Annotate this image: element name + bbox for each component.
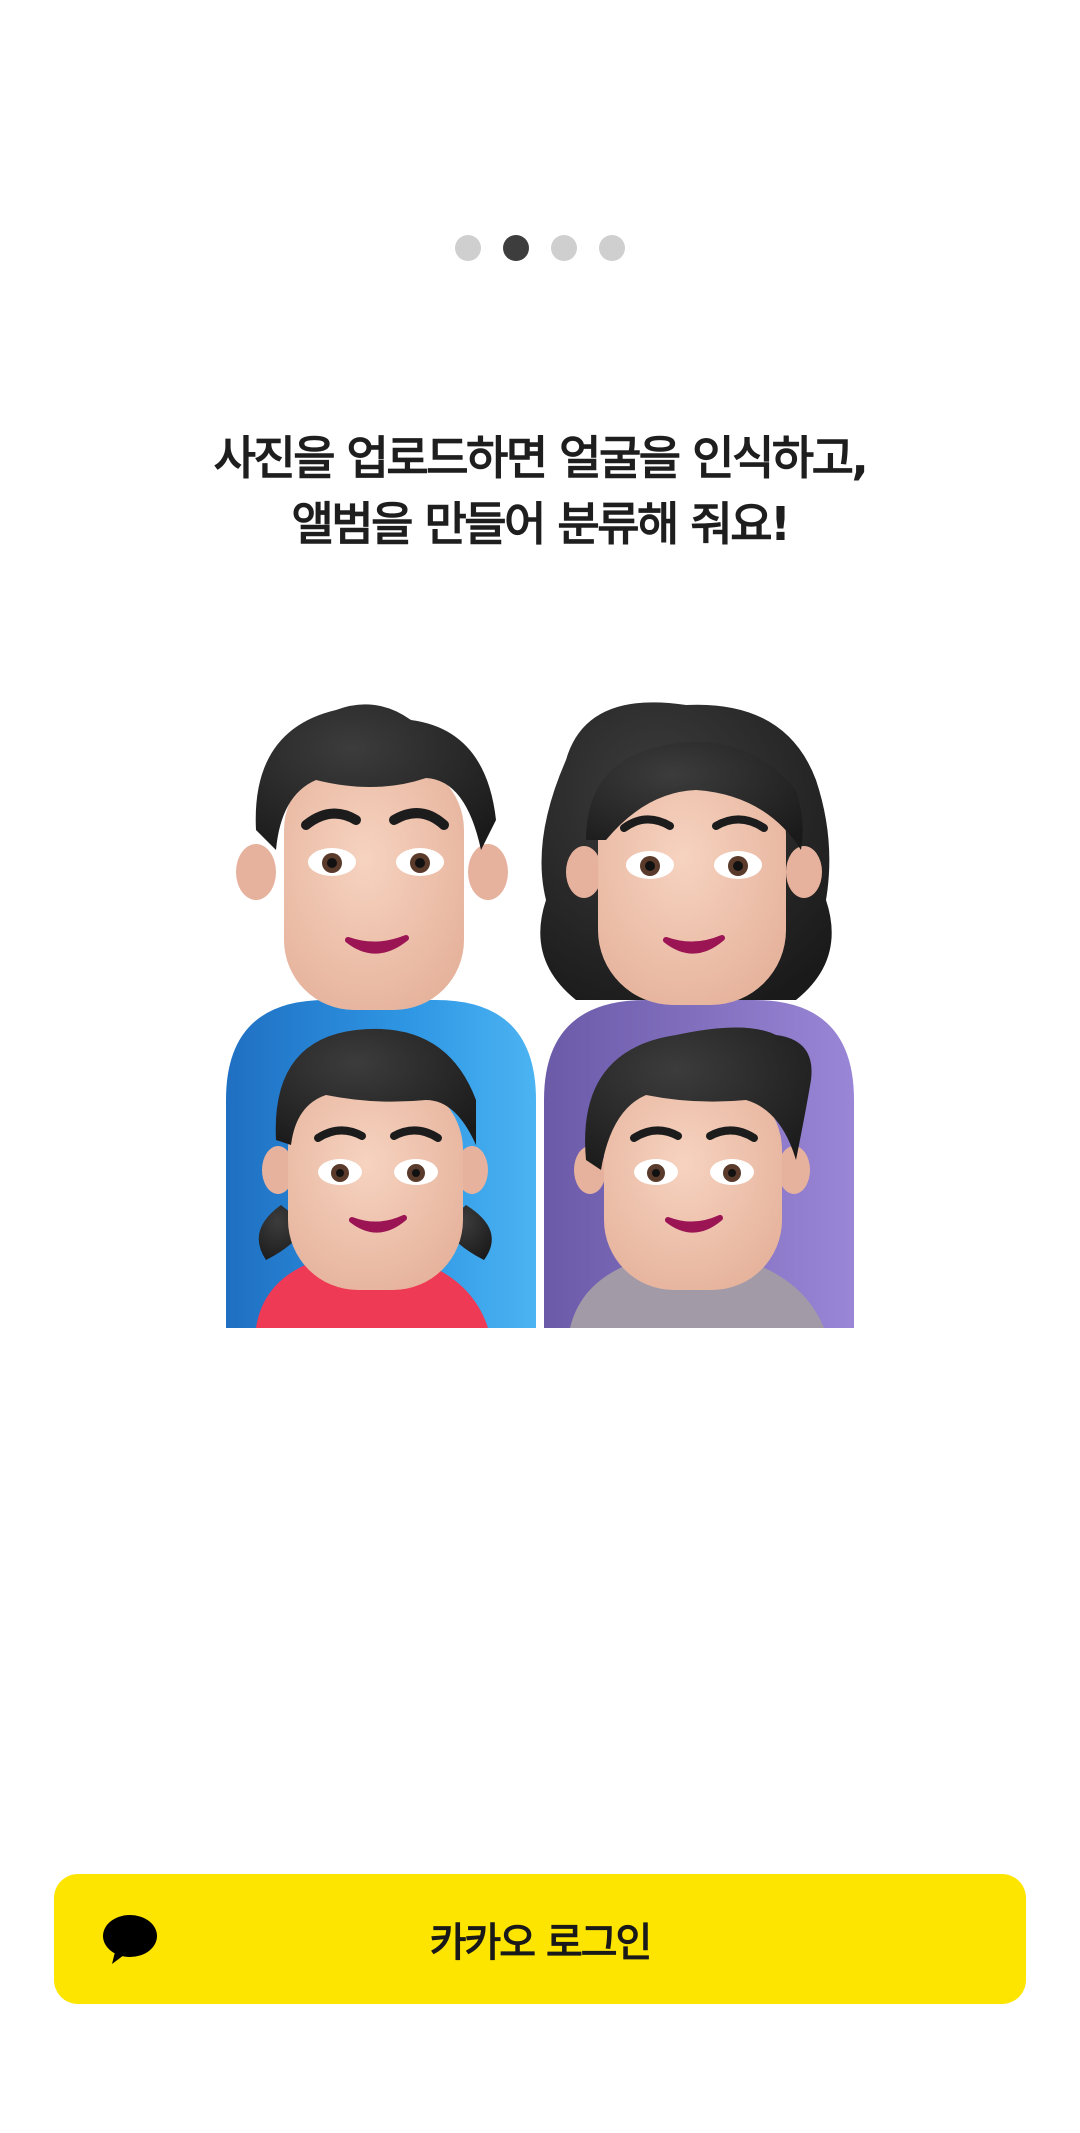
headline-line-1: 사진을 업로드하면 얼굴을 인식하고, [213, 431, 869, 485]
page-dot-2-active[interactable] [503, 235, 529, 261]
page-dot-3[interactable] [551, 235, 577, 261]
onboarding-headline: 사진을 업로드하면 얼굴을 인식하고, 앨범을 만들어 분류해 줘요! [0, 425, 1080, 557]
speech-bubble-icon [103, 1915, 157, 1964]
kakao-login-button[interactable]: 카카오 로그인 [54, 1874, 1026, 2004]
page-dot-1[interactable] [455, 235, 481, 261]
family-illustration [226, 702, 854, 1328]
page-dot-4[interactable] [599, 235, 625, 261]
headline-line-2: 앨범을 만들어 분류해 줘요! [291, 497, 791, 551]
kakao-login-label: 카카오 로그인 [429, 1920, 653, 1966]
son-figure [570, 1027, 824, 1328]
daughter-figure [256, 1028, 492, 1328]
page-indicator [0, 235, 1080, 261]
